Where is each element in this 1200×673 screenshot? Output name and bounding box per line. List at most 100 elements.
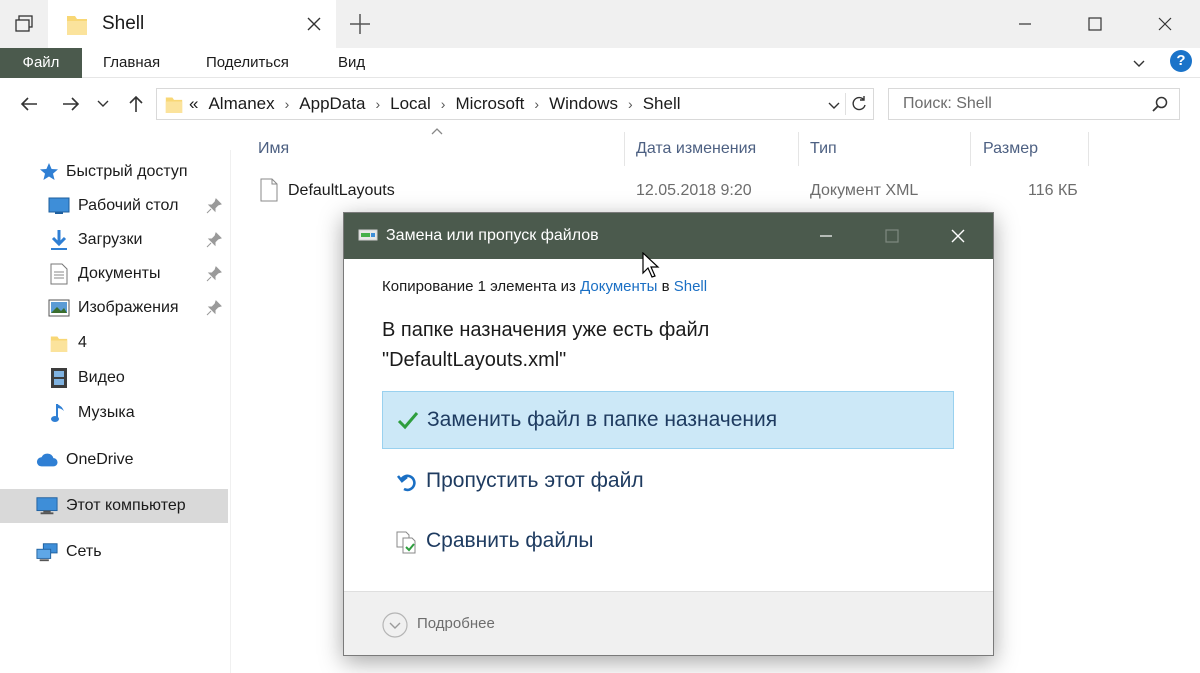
recent-locations-icon[interactable] bbox=[96, 96, 110, 110]
breadcrumb-windows[interactable]: Windows bbox=[549, 94, 618, 114]
column-separator[interactable] bbox=[1088, 132, 1089, 166]
tab-home[interactable]: Главная bbox=[103, 48, 160, 78]
column-separator[interactable] bbox=[970, 132, 971, 166]
sidebar-item-this-pc[interactable]: Этот компьютер bbox=[0, 489, 228, 523]
dialog-title: Замена или пропуск файлов bbox=[386, 227, 599, 244]
breadcrumb-almanex[interactable]: Almanex bbox=[208, 94, 274, 114]
column-header-date[interactable]: Дата изменения bbox=[636, 140, 756, 160]
tab-file[interactable]: Файл bbox=[0, 48, 82, 78]
sidebar-item-folder-4[interactable]: 4 bbox=[0, 326, 228, 360]
refresh-icon[interactable] bbox=[849, 94, 869, 114]
column-header-type[interactable]: Тип bbox=[810, 140, 837, 160]
close-icon bbox=[1158, 17, 1172, 31]
breadcrumb-overflow[interactable]: « bbox=[189, 94, 198, 114]
sidebar-item-documents[interactable]: Документы bbox=[0, 257, 228, 291]
column-header-name[interactable]: Имя bbox=[258, 140, 289, 160]
breadcrumb-microsoft[interactable]: Microsoft bbox=[455, 94, 524, 114]
compare-files-option[interactable]: Сравнить файлы bbox=[382, 513, 954, 571]
dialog-title-bar[interactable]: Замена или пропуск файлов bbox=[344, 213, 993, 259]
sidebar-item-network[interactable]: Сеть bbox=[0, 535, 228, 569]
maximize-icon bbox=[885, 229, 899, 243]
tab-share[interactable]: Поделиться bbox=[206, 48, 289, 78]
breadcrumb-appdata[interactable]: AppData bbox=[299, 94, 365, 114]
address-bar[interactable]: « Almanex › AppData › Local › Microsoft … bbox=[156, 88, 874, 120]
search-icon[interactable] bbox=[1151, 95, 1169, 113]
option-label: Заменить файл в папке назначения bbox=[427, 408, 778, 431]
sidebar-item-label: Рабочий стол bbox=[78, 197, 179, 214]
pin-icon[interactable] bbox=[206, 266, 222, 282]
folder-icon bbox=[48, 332, 70, 354]
pin-icon[interactable] bbox=[206, 232, 222, 248]
tab-view[interactable]: Вид bbox=[338, 48, 365, 78]
dialog-footer: Подробнее bbox=[344, 591, 993, 655]
video-icon bbox=[48, 367, 70, 389]
skip-file-option[interactable]: Пропустить этот файл bbox=[382, 453, 954, 511]
close-icon bbox=[951, 229, 965, 243]
pin-icon[interactable] bbox=[206, 300, 222, 316]
pane-divider[interactable] bbox=[230, 150, 231, 673]
up-arrow-icon[interactable] bbox=[124, 92, 148, 116]
column-separator[interactable] bbox=[798, 132, 799, 166]
sidebar-item-label: Загрузки bbox=[78, 231, 143, 248]
tab-title: Shell bbox=[102, 13, 145, 34]
active-tab[interactable]: Shell bbox=[48, 0, 336, 48]
copy-status-text: Копирование 1 элемента из Документы в Sh… bbox=[382, 278, 707, 295]
copy-status-prefix: Копирование 1 элемента из bbox=[382, 278, 581, 295]
sidebar-item-videos[interactable]: Видео bbox=[0, 361, 228, 395]
back-arrow-icon[interactable] bbox=[17, 92, 41, 116]
sidebar-item-onedrive[interactable]: OneDrive bbox=[0, 443, 228, 477]
breadcrumb-local[interactable]: Local bbox=[390, 94, 431, 114]
maximize-button[interactable] bbox=[1060, 0, 1130, 48]
pin-icon[interactable] bbox=[206, 198, 222, 214]
pictures-icon bbox=[48, 297, 70, 319]
new-tab-icon[interactable] bbox=[346, 10, 374, 38]
minimize-button[interactable] bbox=[990, 0, 1060, 48]
breadcrumb-separator-icon[interactable]: › bbox=[375, 96, 380, 112]
breadcrumb-separator-icon[interactable]: › bbox=[534, 96, 539, 112]
breadcrumb-separator-icon[interactable]: › bbox=[628, 96, 633, 112]
skip-icon bbox=[396, 474, 416, 492]
compare-icon bbox=[396, 531, 416, 554]
sort-ascending-icon bbox=[431, 128, 443, 135]
window-tabs-button[interactable] bbox=[0, 0, 48, 48]
search-input[interactable] bbox=[889, 89, 1139, 119]
maximize-icon bbox=[1088, 17, 1102, 31]
sidebar-item-music[interactable]: Музыка bbox=[0, 396, 228, 430]
dialog-close-button[interactable] bbox=[928, 213, 988, 259]
expand-chevron-icon[interactable] bbox=[382, 612, 408, 638]
music-icon bbox=[48, 402, 70, 424]
sidebar-item-label: Документы bbox=[78, 265, 161, 282]
destination-folder-link[interactable]: Shell bbox=[674, 278, 707, 295]
help-button[interactable]: ? bbox=[1170, 50, 1192, 72]
tab-close-icon[interactable] bbox=[304, 14, 324, 34]
ribbon-tabs: Файл Главная Поделиться Вид bbox=[0, 48, 1200, 78]
address-dropdown-icon[interactable] bbox=[827, 98, 841, 112]
xml-file-icon bbox=[260, 178, 278, 202]
search-box[interactable] bbox=[888, 88, 1180, 120]
sidebar-item-downloads[interactable]: Загрузки bbox=[0, 223, 228, 257]
minimize-icon bbox=[1019, 23, 1031, 25]
file-transfer-icon bbox=[358, 229, 378, 241]
source-folder-link[interactable]: Документы bbox=[580, 278, 657, 295]
sidebar-item-label: Этот компьютер bbox=[66, 497, 186, 514]
folder-icon bbox=[165, 97, 183, 113]
forward-arrow-icon[interactable] bbox=[59, 92, 83, 116]
cloud-icon bbox=[36, 449, 58, 471]
more-details-button[interactable]: Подробнее bbox=[417, 615, 495, 632]
replace-file-option[interactable]: Заменить файл в папке назначения bbox=[382, 391, 954, 449]
sidebar-item-label: OneDrive bbox=[66, 451, 134, 468]
breadcrumb-shell[interactable]: Shell bbox=[643, 94, 681, 114]
option-label: Сравнить файлы bbox=[426, 529, 594, 552]
breadcrumb-separator-icon[interactable]: › bbox=[285, 96, 290, 112]
desktop-icon bbox=[48, 195, 70, 217]
sidebar-item-quick-access[interactable]: Быстрый доступ bbox=[0, 155, 228, 189]
breadcrumb-separator-icon[interactable]: › bbox=[441, 96, 446, 112]
dialog-minimize-button[interactable] bbox=[796, 213, 856, 259]
sidebar-item-desktop[interactable]: Рабочий стол bbox=[0, 189, 228, 223]
column-header-size[interactable]: Размер bbox=[983, 140, 1038, 160]
close-button[interactable] bbox=[1130, 0, 1200, 48]
ribbon-expand-icon[interactable] bbox=[1132, 56, 1146, 70]
window-stack-icon bbox=[15, 15, 33, 32]
column-separator[interactable] bbox=[624, 132, 625, 166]
sidebar-item-pictures[interactable]: Изображения bbox=[0, 291, 228, 325]
